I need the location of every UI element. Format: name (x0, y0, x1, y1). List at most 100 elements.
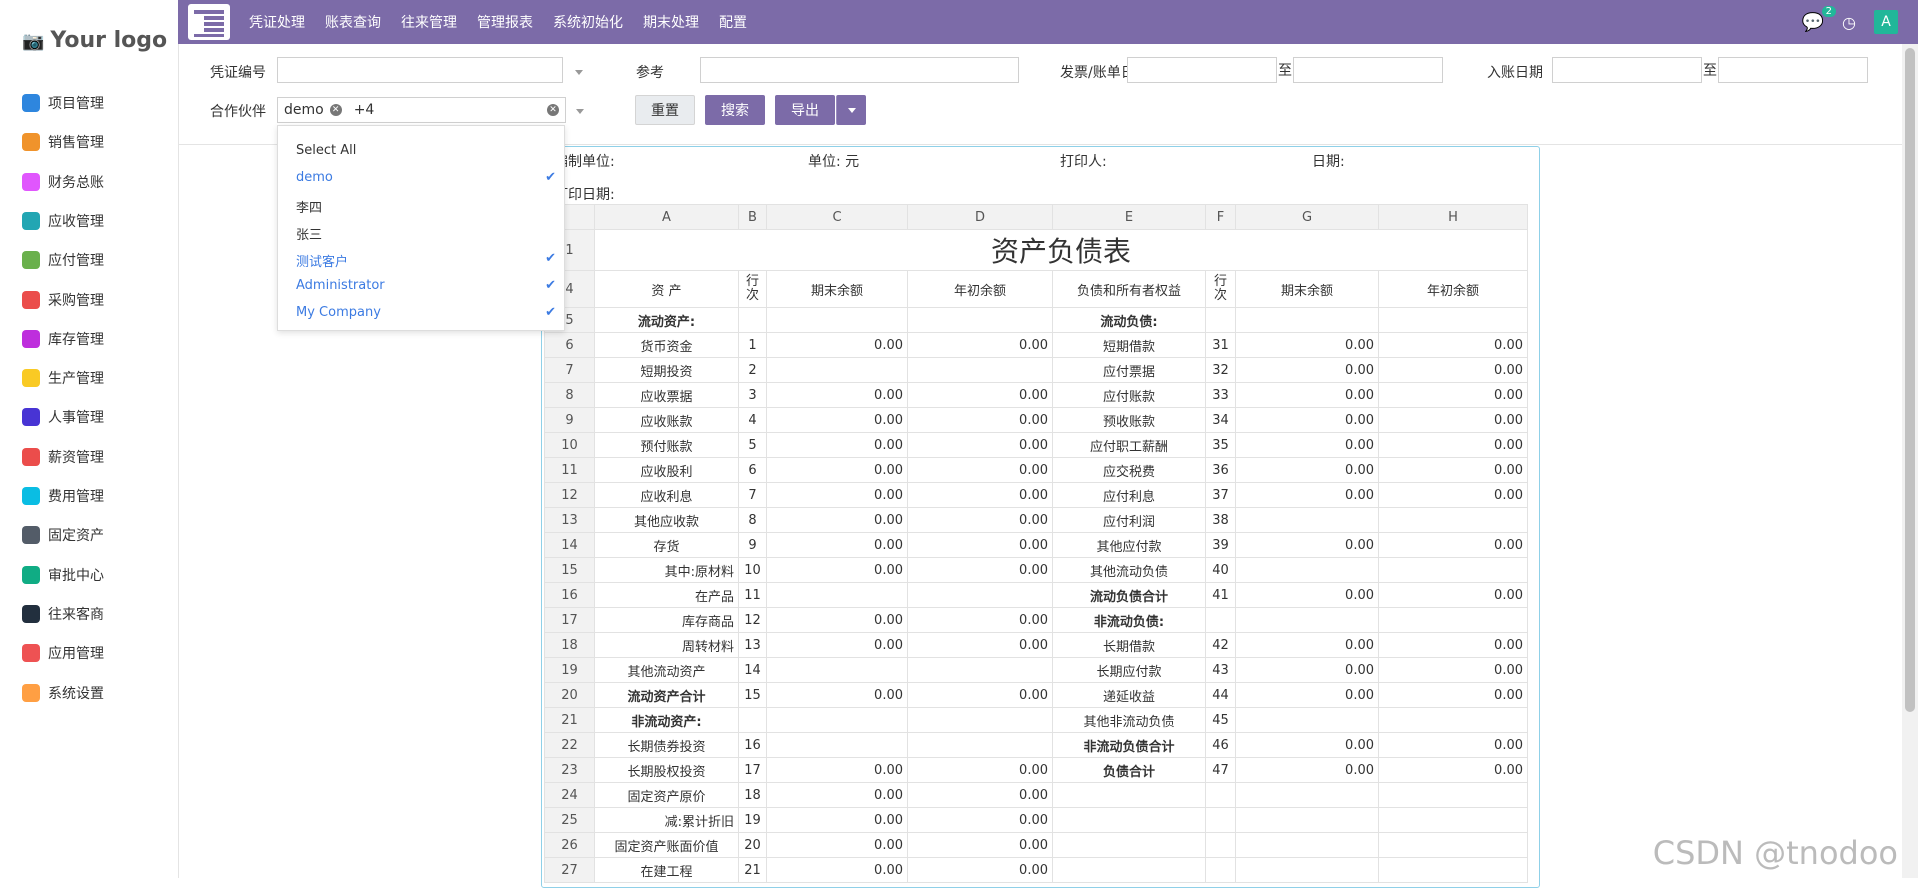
invoice-date-to[interactable] (1293, 57, 1443, 83)
search-button[interactable]: 搜索 (705, 95, 765, 125)
table-cell[interactable] (1378, 857, 1528, 883)
table-cell[interactable]: 19 (738, 807, 767, 833)
table-cell[interactable]: 0.00 (1235, 382, 1379, 408)
table-cell[interactable]: 0.00 (766, 832, 908, 858)
table-cell[interactable]: 0.00 (1235, 432, 1379, 458)
table-cell[interactable] (1052, 857, 1206, 883)
table-cell[interactable]: 0.00 (1235, 407, 1379, 433)
table-cell[interactable] (1052, 807, 1206, 833)
table-cell[interactable]: 0.00 (1378, 382, 1528, 408)
table-cell[interactable]: 3 (738, 382, 767, 408)
table-cell[interactable] (1235, 507, 1379, 533)
table-cell[interactable]: 其中:原材料 (594, 557, 739, 583)
table-cell[interactable]: 非流动资产: (594, 707, 739, 733)
table-cell[interactable]: 0.00 (907, 632, 1053, 658)
dropdown-option-5[interactable]: Administrator (296, 278, 385, 293)
sidebar-item-15[interactable]: 系统设置 (22, 678, 104, 708)
table-cell[interactable]: 11 (738, 582, 767, 608)
sidebar-item-4[interactable]: 应付管理 (22, 245, 104, 275)
table-cell[interactable]: 0.00 (766, 607, 908, 633)
table-cell[interactable]: 0.00 (1235, 632, 1379, 658)
table-cell[interactable]: 0.00 (1235, 682, 1379, 708)
table-cell[interactable]: 0.00 (1378, 532, 1528, 558)
table-cell[interactable]: 0.00 (1235, 357, 1379, 383)
table-cell[interactable]: 0.00 (907, 607, 1053, 633)
table-cell[interactable]: 0.00 (1378, 682, 1528, 708)
table-cell[interactable]: 0.00 (1235, 657, 1379, 683)
table-cell[interactable] (1235, 782, 1379, 808)
table-cell[interactable]: 10 (738, 557, 767, 583)
table-cell[interactable]: 应付职工薪酬 (1052, 432, 1206, 458)
table-cell[interactable]: 8 (738, 507, 767, 533)
table-cell[interactable] (1378, 782, 1528, 808)
menu-toggle-icon[interactable] (188, 4, 230, 40)
invoice-date-from[interactable] (1127, 57, 1277, 83)
table-cell[interactable]: 其他流动资产 (594, 657, 739, 683)
table-cell[interactable] (1378, 557, 1528, 583)
table-cell[interactable] (1235, 857, 1379, 883)
table-cell[interactable]: 货币资金 (594, 332, 739, 358)
table-cell[interactable] (1235, 707, 1379, 733)
table-cell[interactable]: 35 (1205, 432, 1236, 458)
table-cell[interactable]: 15 (738, 682, 767, 708)
table-cell[interactable]: 0.00 (1235, 532, 1379, 558)
table-cell[interactable]: 44 (1205, 682, 1236, 708)
top-menu-item-6[interactable]: 配置 (719, 12, 747, 32)
sidebar-item-0[interactable]: 项目管理 (22, 88, 104, 118)
col-header-B[interactable]: B (738, 204, 767, 230)
page-scrollbar[interactable] (1902, 44, 1918, 878)
col-header-E[interactable]: E (1052, 204, 1206, 230)
sidebar-item-14[interactable]: 应用管理 (22, 638, 104, 668)
table-cell[interactable]: 47 (1205, 757, 1236, 783)
voucher-no-input[interactable] (277, 57, 563, 83)
table-cell[interactable]: 0.00 (907, 382, 1053, 408)
table-cell[interactable]: 0.00 (907, 332, 1053, 358)
table-cell[interactable]: 17 (738, 757, 767, 783)
table-cell[interactable] (738, 307, 767, 333)
table-cell[interactable] (907, 657, 1053, 683)
dropdown-option-3[interactable]: 张三 (296, 224, 322, 243)
table-cell[interactable] (1205, 307, 1236, 333)
top-menu-item-4[interactable]: 系统初始化 (553, 12, 623, 32)
table-cell[interactable] (1378, 307, 1528, 333)
table-cell[interactable]: 20 (738, 832, 767, 858)
table-cell[interactable]: 长期应付款 (1052, 657, 1206, 683)
table-cell[interactable] (738, 707, 767, 733)
table-cell[interactable]: 应收账款 (594, 407, 739, 433)
table-cell[interactable]: 0.00 (766, 382, 908, 408)
table-cell[interactable]: 非流动负债合计 (1052, 732, 1206, 758)
table-cell[interactable]: 流动负债合计 (1052, 582, 1206, 608)
table-cell[interactable]: 0.00 (766, 557, 908, 583)
table-cell[interactable]: 7 (738, 482, 767, 508)
table-cell[interactable]: 9 (738, 532, 767, 558)
table-cell[interactable]: 14 (738, 657, 767, 683)
table-cell[interactable]: 0.00 (1378, 732, 1528, 758)
reset-button[interactable]: 重置 (635, 95, 695, 125)
table-cell[interactable]: 周转材料 (594, 632, 739, 658)
sidebar-item-2[interactable]: 财务总账 (22, 167, 104, 197)
table-cell[interactable]: 其他非流动负债 (1052, 707, 1206, 733)
dropdown-option-6[interactable]: My Company (296, 305, 381, 320)
dropdown-option-0[interactable]: Select All (296, 143, 356, 158)
table-cell[interactable]: 0.00 (766, 332, 908, 358)
col-header-C[interactable]: C (766, 204, 908, 230)
export-dropdown-button[interactable] (836, 95, 866, 125)
col-header-A[interactable]: A (594, 204, 739, 230)
table-cell[interactable]: 短期投资 (594, 357, 739, 383)
avatar[interactable]: A (1874, 10, 1898, 34)
table-cell[interactable]: 0.00 (766, 457, 908, 483)
table-cell[interactable]: 0.00 (766, 632, 908, 658)
table-cell[interactable]: 在建工程 (594, 857, 739, 883)
table-cell[interactable]: 4 (738, 407, 767, 433)
table-cell[interactable]: 减:累计折旧 (594, 807, 739, 833)
table-cell[interactable]: 33 (1205, 382, 1236, 408)
table-cell[interactable]: 43 (1205, 657, 1236, 683)
dropdown-option-1[interactable]: demo (296, 170, 333, 185)
table-cell[interactable] (1235, 307, 1379, 333)
dropdown-option-4[interactable]: 测试客户 (296, 251, 348, 270)
sidebar-item-9[interactable]: 薪资管理 (22, 442, 104, 472)
top-menu-item-3[interactable]: 管理报表 (477, 12, 533, 32)
table-cell[interactable]: 0.00 (907, 407, 1053, 433)
partner-caret-icon[interactable] (576, 109, 584, 114)
table-cell[interactable]: 其他流动负债 (1052, 557, 1206, 583)
